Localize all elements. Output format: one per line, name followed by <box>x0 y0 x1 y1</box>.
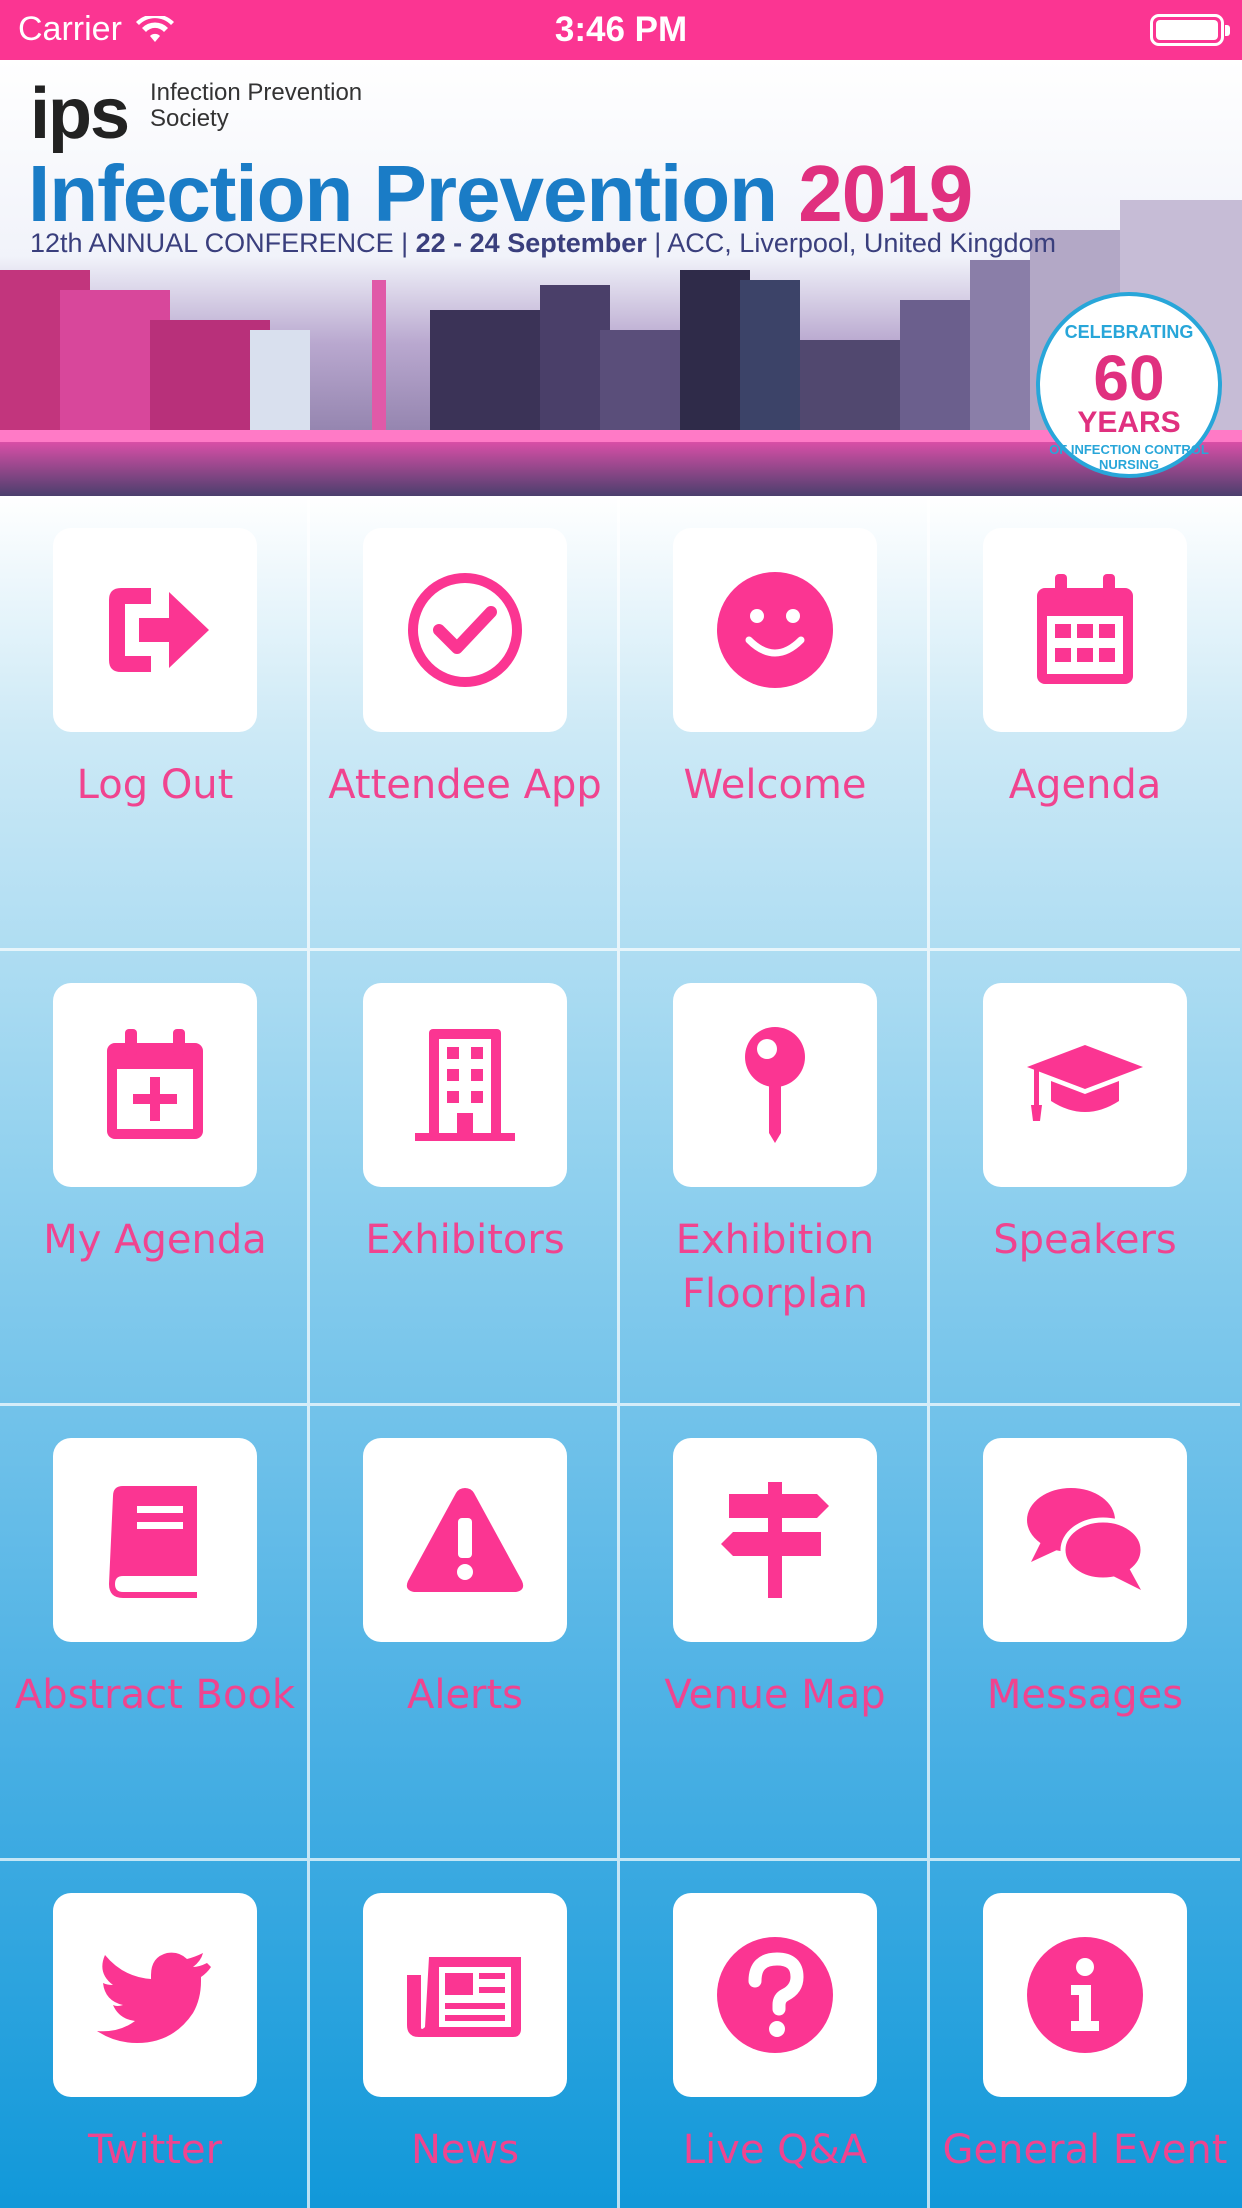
tile-icon-box <box>673 1893 877 2097</box>
conference-banner: ips Infection Prevention Society Infecti… <box>0 60 1242 496</box>
tile-label: Live Q&A <box>682 2127 868 2173</box>
badge-number: 60 <box>1093 342 1165 414</box>
tile-icon-box <box>673 528 877 732</box>
tile-label: Exhibition Floorplan <box>675 1217 875 1317</box>
tile-my-agenda[interactable]: My Agenda <box>0 951 310 1406</box>
badge-years: YEARS <box>1077 406 1181 439</box>
building-icon <box>415 1029 515 1141</box>
status-time: 3:46 PM <box>554 10 688 49</box>
tile-label: Venue Map <box>664 1672 886 1718</box>
tile-welcome[interactable]: Welcome <box>620 496 930 951</box>
badge-line1: CELEBRATING <box>1064 322 1194 342</box>
tile-label: Agenda <box>1008 762 1162 808</box>
tile-label: Exhibitors <box>365 1217 565 1263</box>
tile-label: Welcome <box>683 762 867 808</box>
tile-messages[interactable]: Messages <box>930 1406 1240 1861</box>
org-name: Infection Prevention Society <box>150 79 363 132</box>
tile-exhibition-floorplan[interactable]: Exhibition Floorplan <box>620 951 930 1406</box>
tile-icon-box <box>53 1893 257 2097</box>
tile-attendee-app[interactable]: Attendee App <box>310 496 620 951</box>
tile-exhibitors[interactable]: Exhibitors <box>310 951 620 1406</box>
tile-icon-box <box>673 983 877 1187</box>
tile-general-event[interactable]: General Event <box>930 1861 1240 2208</box>
tile-label: Messages <box>986 1672 1184 1718</box>
conference-year: 2019 <box>798 149 973 238</box>
tile-live-qa[interactable]: Live Q&A <box>620 1861 930 2208</box>
tile-icon-box <box>53 983 257 1187</box>
tile-speakers[interactable]: Speakers <box>930 951 1240 1406</box>
tile-icon-box <box>983 1438 1187 1642</box>
smile-icon <box>717 572 833 688</box>
tile-log-out[interactable]: Log Out <box>0 496 310 951</box>
tile-icon-box <box>983 983 1187 1187</box>
tile-icon-box <box>363 983 567 1187</box>
status-bar: Carrier 3:46 PM <box>0 0 1242 60</box>
tile-icon-box <box>983 528 1187 732</box>
tile-icon-box <box>363 528 567 732</box>
subtitle-dates: 22 - 24 September <box>415 228 647 258</box>
tile-label: Alerts <box>406 1672 524 1718</box>
tile-label: My Agenda <box>43 1217 267 1263</box>
tile-venue-map[interactable]: Venue Map <box>620 1406 930 1861</box>
tile-icon-box <box>983 1893 1187 2097</box>
menu-grid: Log Out Attendee App Welcome Agenda My A… <box>0 496 1242 2208</box>
map-pin-icon <box>745 1027 805 1143</box>
tile-icon-box <box>53 1438 257 1642</box>
anniversary-badge: CELEBRATING 60 YEARS OF INFECTION CONTRO… <box>1036 292 1222 478</box>
info-circle-icon <box>1027 1937 1143 2053</box>
tile-icon-box <box>363 1893 567 2097</box>
tile-label: General Event <box>942 2127 1228 2173</box>
book-icon <box>109 1486 197 1598</box>
calendar-plus-icon <box>107 1029 203 1139</box>
newspaper-icon <box>407 1957 521 2037</box>
graduation-cap-icon <box>1027 1045 1143 1121</box>
calendar-icon <box>1037 574 1133 684</box>
signpost-icon <box>721 1482 829 1598</box>
tile-icon-box <box>363 1438 567 1642</box>
subtitle-right: | ACC, Liverpool, United Kingdom <box>654 228 1056 258</box>
tile-abstract-book[interactable]: Abstract Book <box>0 1406 310 1861</box>
badge-line2: OF INFECTION CONTROL NURSING <box>1049 442 1209 472</box>
subtitle-left: 12th ANNUAL CONFERENCE | <box>30 228 409 258</box>
battery-icon <box>1150 14 1230 46</box>
sign-out-icon <box>109 588 209 672</box>
tile-label: Twitter <box>87 2127 223 2173</box>
tile-twitter[interactable]: Twitter <box>0 1861 310 2208</box>
org-logo: ips <box>30 74 130 154</box>
tile-label: News <box>410 2127 520 2173</box>
tile-label: Log Out <box>76 762 234 808</box>
warning-icon <box>406 1488 524 1592</box>
tile-label: Speakers <box>993 1217 1177 1263</box>
conference-title-main: Infection Prevention <box>28 149 778 238</box>
tile-icon-box <box>673 1438 877 1642</box>
tile-alerts[interactable]: Alerts <box>310 1406 620 1861</box>
twitter-icon <box>97 1952 211 2043</box>
tile-icon-box <box>53 528 257 732</box>
tile-agenda[interactable]: Agenda <box>930 496 1240 951</box>
question-circle-icon <box>717 1937 833 2053</box>
conference-title: Infection Prevention 2019 <box>28 148 973 240</box>
tile-label: Attendee App <box>328 762 602 808</box>
check-circle-icon <box>408 573 522 687</box>
comments-icon <box>1027 1488 1145 1590</box>
tile-label: Abstract Book <box>14 1672 296 1718</box>
tile-news[interactable]: News <box>310 1861 620 2208</box>
conference-subtitle: 12th ANNUAL CONFERENCE | 22 - 24 Septemb… <box>30 228 1056 259</box>
